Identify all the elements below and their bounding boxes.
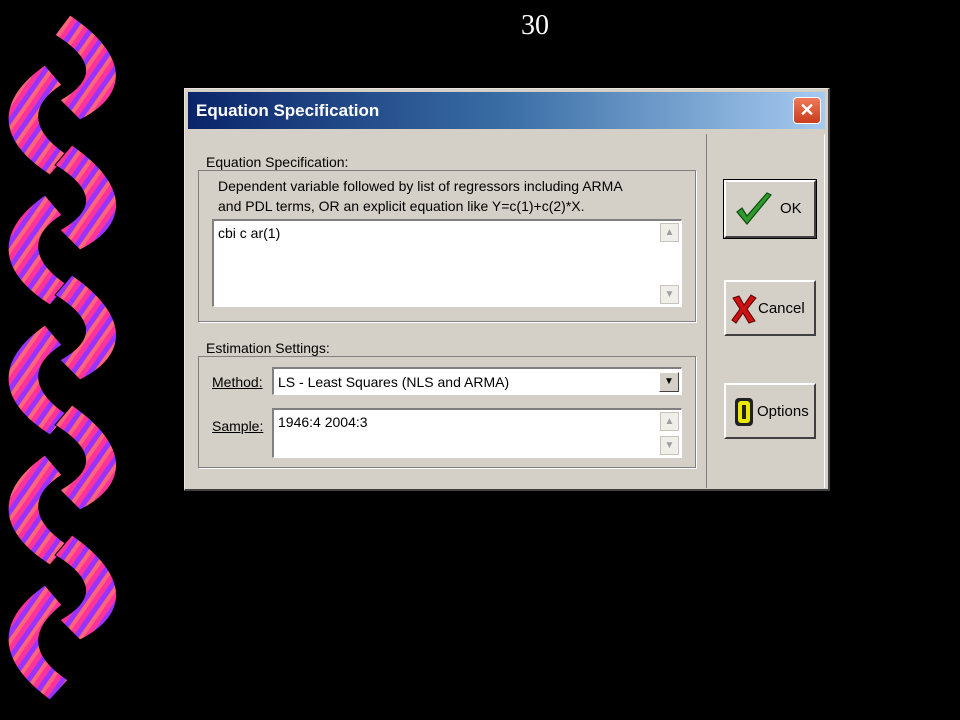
sample-label-text: Sample: xyxy=(212,418,264,434)
checkmark-icon xyxy=(736,192,772,225)
button-panel: OK Cancel Options xyxy=(706,134,825,488)
equation-description: Dependent variable followed by list of r… xyxy=(218,176,623,216)
options-icon xyxy=(735,398,753,426)
method-select-value: LS - Least Squares (NLS and ARMA) xyxy=(278,374,510,390)
equation-description-line-1: Dependent variable followed by list of r… xyxy=(218,178,623,194)
close-icon: ✕ xyxy=(799,100,815,120)
estimation-group-label: Estimation Settings: xyxy=(206,340,330,356)
sample-label: Sample: xyxy=(212,418,263,434)
equation-scroll-up-button[interactable]: ▲ xyxy=(660,223,679,242)
dialog-title-bar[interactable]: Equation Specification ✕ xyxy=(188,92,825,129)
equation-input-value: cbi c ar(1) xyxy=(218,225,281,241)
dialog-title: Equation Specification xyxy=(196,101,380,120)
options-button[interactable]: Options xyxy=(724,383,816,439)
close-button[interactable]: ✕ xyxy=(793,97,821,124)
sample-scroll-down-button[interactable]: ▼ xyxy=(660,436,679,455)
decorative-fan-border xyxy=(7,14,117,701)
sample-scroll-up-button[interactable]: ▲ xyxy=(660,412,679,431)
equation-scroll-down-button[interactable]: ▼ xyxy=(660,285,679,304)
cancel-button[interactable]: Cancel xyxy=(724,280,816,336)
method-select[interactable]: LS - Least Squares (NLS and ARMA) ▼ xyxy=(272,367,682,395)
equation-description-line-2: and PDL terms, OR an explicit equation l… xyxy=(218,198,585,214)
ok-label: OK xyxy=(780,200,802,217)
equation-input[interactable]: cbi c ar(1) ▲ ▼ xyxy=(212,219,682,307)
options-label: Options xyxy=(757,403,809,420)
x-icon xyxy=(731,294,757,324)
method-label-text: Method: xyxy=(212,374,263,390)
cancel-label: Cancel xyxy=(758,300,805,317)
slide-number: 30 xyxy=(521,10,549,41)
method-dropdown-arrow-icon[interactable]: ▼ xyxy=(659,372,679,392)
method-label: Method: xyxy=(212,374,263,390)
ok-button[interactable]: OK xyxy=(723,179,817,239)
sample-input-value: 1946:4 2004:3 xyxy=(278,414,368,430)
sample-input[interactable]: 1946:4 2004:3 ▲ ▼ xyxy=(272,408,682,458)
equation-specification-dialog: Equation Specification ✕ Equation Specif… xyxy=(184,88,830,491)
equation-group-label: Equation Specification: xyxy=(206,154,349,170)
dialog-client-area: Equation Specification: Dependent variab… xyxy=(188,134,704,488)
